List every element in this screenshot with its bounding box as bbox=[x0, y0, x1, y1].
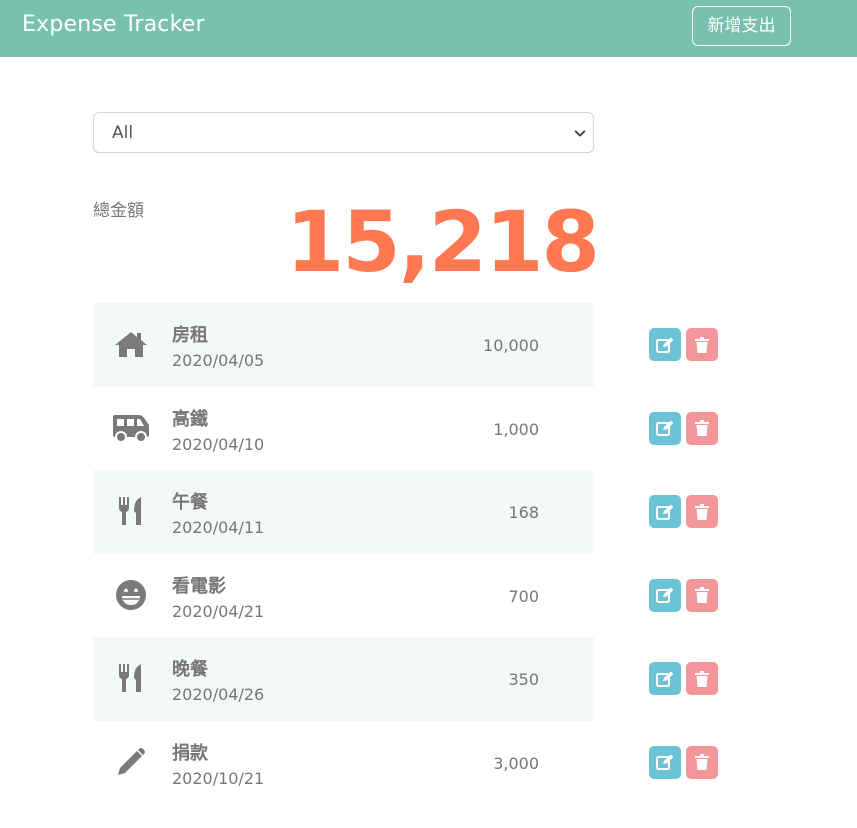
record-date: 2020/04/10 bbox=[172, 434, 265, 454]
record-action-pair bbox=[649, 470, 729, 554]
edit-icon bbox=[656, 671, 674, 687]
record-name: 高鐵 bbox=[172, 408, 208, 430]
edit-icon bbox=[656, 337, 674, 353]
record-actions bbox=[649, 303, 729, 804]
trash-icon bbox=[695, 587, 709, 603]
app-brand[interactable]: Expense Tracker bbox=[22, 12, 205, 37]
record-row: 看電影 2020/04/21 700 bbox=[93, 554, 594, 638]
edit-button[interactable] bbox=[649, 328, 681, 361]
record-amount: 1,000 bbox=[493, 419, 539, 439]
edit-button[interactable] bbox=[649, 662, 681, 695]
record-name: 看電影 bbox=[172, 575, 226, 597]
record-action-pair bbox=[649, 387, 729, 471]
total-amount: 15,218 bbox=[285, 193, 600, 291]
edit-icon bbox=[656, 754, 674, 770]
add-expense-button[interactable]: 新增支出 bbox=[692, 6, 791, 46]
delete-button[interactable] bbox=[686, 495, 718, 528]
delete-button[interactable] bbox=[686, 745, 718, 779]
record-amount: 3,000 bbox=[493, 753, 539, 773]
delete-button[interactable] bbox=[686, 411, 718, 445]
trash-icon bbox=[695, 670, 709, 687]
record-name: 午餐 bbox=[172, 492, 208, 513]
record-amount: 10,000 bbox=[483, 336, 539, 355]
edit-button[interactable] bbox=[649, 578, 681, 612]
shuttle-van-icon bbox=[111, 411, 151, 445]
utensils-icon bbox=[111, 661, 151, 695]
category-filter-select[interactable]: All bbox=[93, 112, 594, 153]
trash-icon bbox=[695, 754, 709, 770]
edit-icon bbox=[656, 587, 674, 603]
trash-icon bbox=[695, 420, 709, 436]
record-row: 晚餐 2020/04/26 350 bbox=[93, 637, 594, 721]
chevron-down-icon bbox=[574, 130, 586, 137]
edit-icon bbox=[656, 420, 674, 436]
record-action-pair bbox=[649, 637, 729, 721]
record-action-pair bbox=[649, 554, 729, 638]
record-row: 房租 2020/04/05 10,000 bbox=[93, 303, 594, 387]
utensils-icon bbox=[111, 494, 151, 528]
record-name: 晚餐 bbox=[172, 659, 208, 680]
pen-icon bbox=[111, 745, 151, 779]
edit-button[interactable] bbox=[649, 495, 681, 528]
edit-icon bbox=[656, 504, 674, 520]
record-date: 2020/04/21 bbox=[172, 601, 265, 621]
delete-button[interactable] bbox=[686, 578, 718, 612]
record-amount: 350 bbox=[508, 670, 539, 689]
category-filter-value: All bbox=[112, 123, 134, 143]
edit-button[interactable] bbox=[649, 411, 681, 445]
record-date: 2020/10/21 bbox=[172, 768, 265, 788]
record-date: 2020/04/11 bbox=[172, 518, 265, 537]
delete-button[interactable] bbox=[686, 328, 718, 361]
delete-button[interactable] bbox=[686, 662, 718, 695]
record-date: 2020/04/26 bbox=[172, 685, 265, 704]
record-row: 捐款 2020/10/21 3,000 bbox=[93, 721, 594, 805]
grin-icon bbox=[111, 578, 151, 612]
trash-icon bbox=[695, 336, 709, 353]
trash-icon bbox=[695, 503, 709, 520]
record-name: 房租 bbox=[172, 325, 208, 346]
home-icon bbox=[111, 327, 151, 361]
record-action-pair bbox=[649, 303, 729, 387]
record-name: 捐款 bbox=[172, 742, 208, 764]
record-row: 高鐵 2020/04/10 1,000 bbox=[93, 387, 594, 471]
record-list: 房租 2020/04/05 10,000 高鐵 2020/04/10 1,000 bbox=[93, 303, 594, 804]
total-label: 總金額 bbox=[93, 201, 144, 221]
record-date: 2020/04/05 bbox=[172, 351, 265, 370]
record-action-pair bbox=[649, 721, 729, 805]
edit-button[interactable] bbox=[649, 745, 681, 779]
record-amount: 168 bbox=[508, 503, 539, 522]
record-row: 午餐 2020/04/11 168 bbox=[93, 470, 594, 554]
record-amount: 700 bbox=[508, 586, 539, 606]
navbar: Expense Tracker 新增支出 bbox=[0, 0, 857, 57]
